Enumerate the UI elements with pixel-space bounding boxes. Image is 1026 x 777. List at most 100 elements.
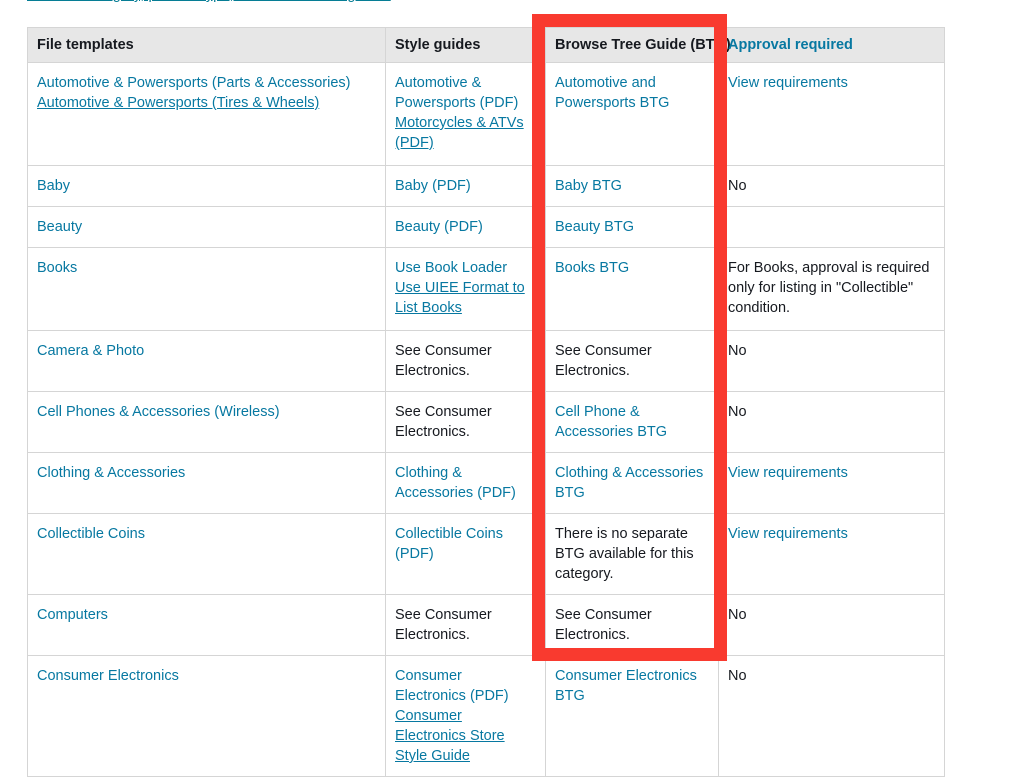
above-table-link-clipped: Amazon category, product type, and brows… bbox=[27, 0, 403, 5]
cell-link[interactable]: Baby (PDF) bbox=[395, 176, 535, 196]
table-row: Consumer Electronics Consumer Electronics… bbox=[27, 655, 945, 777]
cell-style_guides: See Consumer Electronics. bbox=[385, 391, 546, 453]
category-guides-link[interactable]: Amazon category, product type, and brows… bbox=[27, 0, 391, 5]
table-head: File templates Style guides Browse Tree … bbox=[27, 27, 945, 63]
cell-approval: No bbox=[718, 165, 945, 207]
cell-link[interactable]: Consumer Electronics BTG bbox=[555, 666, 708, 706]
cell-link[interactable]: Books bbox=[37, 258, 375, 278]
column-header-browse-tree-guide: Browse Tree Guide (BTG) bbox=[545, 27, 731, 63]
table-row: Camera & Photo See Consumer Electronics. S… bbox=[27, 330, 945, 392]
cell-file_templates: Books bbox=[27, 247, 386, 331]
cell-style_guides: Use Book Loader Use UIEE Format to List B… bbox=[385, 247, 546, 331]
cell-link[interactable]: Beauty (PDF) bbox=[395, 217, 535, 237]
cell-file_templates: Computers bbox=[27, 594, 386, 656]
cell-file_templates: Cell Phones & Accessories (Wireless) bbox=[27, 391, 386, 453]
cell-btg: Books BTG bbox=[545, 247, 719, 331]
cell-link[interactable]: Beauty bbox=[37, 217, 375, 237]
cell-approval: No bbox=[718, 330, 945, 392]
cell-link[interactable]: Automotive & Powersports (Tires & Wheels… bbox=[37, 93, 375, 113]
column-header-file-templates: File templates bbox=[27, 27, 386, 63]
cell-link[interactable]: Collectible Coins (PDF) bbox=[395, 524, 535, 564]
cell-approval: No bbox=[718, 594, 945, 656]
cell-btg: Automotive and Powersports BTG bbox=[545, 62, 719, 166]
table-row: Books Use Book Loader Use UIEE Format to L… bbox=[27, 247, 945, 331]
cell-btg: See Consumer Electronics. bbox=[545, 330, 719, 392]
cell-btg: Clothing & Accessories BTG bbox=[545, 452, 719, 514]
table-body: Automotive & Powersports (Parts & Access… bbox=[27, 62, 945, 777]
table-row: Cell Phones & Accessories (Wireless) See … bbox=[27, 391, 945, 453]
cell-text: See Consumer Electronics. bbox=[395, 607, 492, 643]
cell-style_guides: Automotive & Powersports (PDF) Motorcycle… bbox=[385, 62, 546, 166]
cell-link[interactable]: Motorcycles & ATVs (PDF) bbox=[395, 113, 535, 153]
cell-link[interactable]: Automotive & Powersports (PDF) bbox=[395, 73, 535, 113]
cell-link[interactable]: Computers bbox=[37, 605, 375, 625]
cell-style_guides: Collectible Coins (PDF) bbox=[385, 513, 546, 595]
cell-text: See Consumer Electronics. bbox=[555, 343, 652, 379]
cell-link[interactable]: Cell Phones & Accessories (Wireless) bbox=[37, 402, 375, 422]
cell-text: There is no separate BTG available for t… bbox=[555, 526, 694, 582]
cell-text: No bbox=[728, 178, 747, 194]
cell-link[interactable]: Beauty BTG bbox=[555, 217, 708, 237]
cell-text: No bbox=[728, 404, 747, 420]
cell-file_templates: Baby bbox=[27, 165, 386, 207]
cell-link[interactable]: Automotive & Powersports (Parts & Access… bbox=[37, 73, 375, 93]
cell-link[interactable]: View requirements bbox=[728, 73, 934, 93]
cell-link[interactable]: View requirements bbox=[728, 524, 934, 544]
table-row: Computers See Consumer Electronics. See Co… bbox=[27, 594, 945, 656]
cell-btg: Consumer Electronics BTG bbox=[545, 655, 719, 777]
cell-text: No bbox=[728, 607, 747, 623]
table-row: Beauty Beauty (PDF) Beauty BTG bbox=[27, 206, 945, 248]
cell-style_guides: Baby (PDF) bbox=[385, 165, 546, 207]
cell-file_templates: Camera & Photo bbox=[27, 330, 386, 392]
cell-btg: Cell Phone & Accessories BTG bbox=[545, 391, 719, 453]
column-header-style-guides: Style guides bbox=[385, 27, 546, 63]
cell-text: See Consumer Electronics. bbox=[395, 404, 492, 440]
cell-approval: No bbox=[718, 391, 945, 453]
column-header-approval-required[interactable]: Approval required bbox=[718, 27, 945, 63]
cell-link[interactable]: Use Book Loader bbox=[395, 258, 535, 278]
cell-text: No bbox=[728, 343, 747, 359]
cell-style_guides: Clothing & Accessories (PDF) bbox=[385, 452, 546, 514]
cell-link[interactable]: Consumer Electronics bbox=[37, 666, 375, 686]
cell-file_templates: Beauty bbox=[27, 206, 386, 248]
cell-style_guides: Consumer Electronics (PDF) Consumer Elect… bbox=[385, 655, 546, 777]
cell-link[interactable]: Collectible Coins bbox=[37, 524, 375, 544]
cell-approval bbox=[718, 206, 945, 248]
table-row: Baby Baby (PDF) Baby BTG No bbox=[27, 165, 945, 207]
cell-link[interactable]: Cell Phone & Accessories BTG bbox=[555, 402, 708, 442]
table-row: Collectible Coins Collectible Coins (PDF)… bbox=[27, 513, 945, 595]
cell-link[interactable]: Use UIEE Format to List Books bbox=[395, 278, 535, 318]
cell-btg: See Consumer Electronics. bbox=[545, 594, 719, 656]
cell-approval: For Books, approval is required only for… bbox=[718, 247, 945, 331]
cell-link[interactable]: Baby bbox=[37, 176, 375, 196]
table-row: Clothing & Accessories Clothing & Accesso… bbox=[27, 452, 945, 514]
cell-approval: View requirements bbox=[718, 513, 945, 595]
cell-text: For Books, approval is required only for… bbox=[728, 260, 930, 316]
cell-link[interactable]: Consumer Electronics Store Style Guide bbox=[395, 706, 535, 766]
cell-approval: No bbox=[718, 655, 945, 777]
cell-text: See Consumer Electronics. bbox=[555, 607, 652, 643]
cell-file_templates: Clothing & Accessories bbox=[27, 452, 386, 514]
cell-btg: There is no separate BTG available for t… bbox=[545, 513, 719, 595]
cell-file_templates: Collectible Coins bbox=[27, 513, 386, 595]
table-header-row: File templates Style guides Browse Tree … bbox=[27, 27, 945, 63]
cell-link[interactable]: Automotive and Powersports BTG bbox=[555, 73, 708, 113]
cell-link[interactable]: Camera & Photo bbox=[37, 341, 375, 361]
cell-file_templates: Consumer Electronics bbox=[27, 655, 386, 777]
table-row: Automotive & Powersports (Parts & Access… bbox=[27, 62, 945, 166]
cell-style_guides: Beauty (PDF) bbox=[385, 206, 546, 248]
category-style-guide-table: File templates Style guides Browse Tree … bbox=[27, 27, 945, 777]
cell-link[interactable]: Books BTG bbox=[555, 258, 708, 278]
cell-approval: View requirements bbox=[718, 452, 945, 514]
cell-link[interactable]: Clothing & Accessories BTG bbox=[555, 463, 708, 503]
cell-link[interactable]: View requirements bbox=[728, 463, 934, 483]
cell-text: No bbox=[728, 668, 747, 684]
cell-link[interactable]: Clothing & Accessories (PDF) bbox=[395, 463, 535, 503]
cell-btg: Beauty BTG bbox=[545, 206, 719, 248]
cell-style_guides: See Consumer Electronics. bbox=[385, 330, 546, 392]
cell-link[interactable]: Consumer Electronics (PDF) bbox=[395, 666, 535, 706]
cell-link[interactable]: Clothing & Accessories bbox=[37, 463, 375, 483]
cell-btg: Baby BTG bbox=[545, 165, 719, 207]
cell-style_guides: See Consumer Electronics. bbox=[385, 594, 546, 656]
cell-link[interactable]: Baby BTG bbox=[555, 176, 708, 196]
